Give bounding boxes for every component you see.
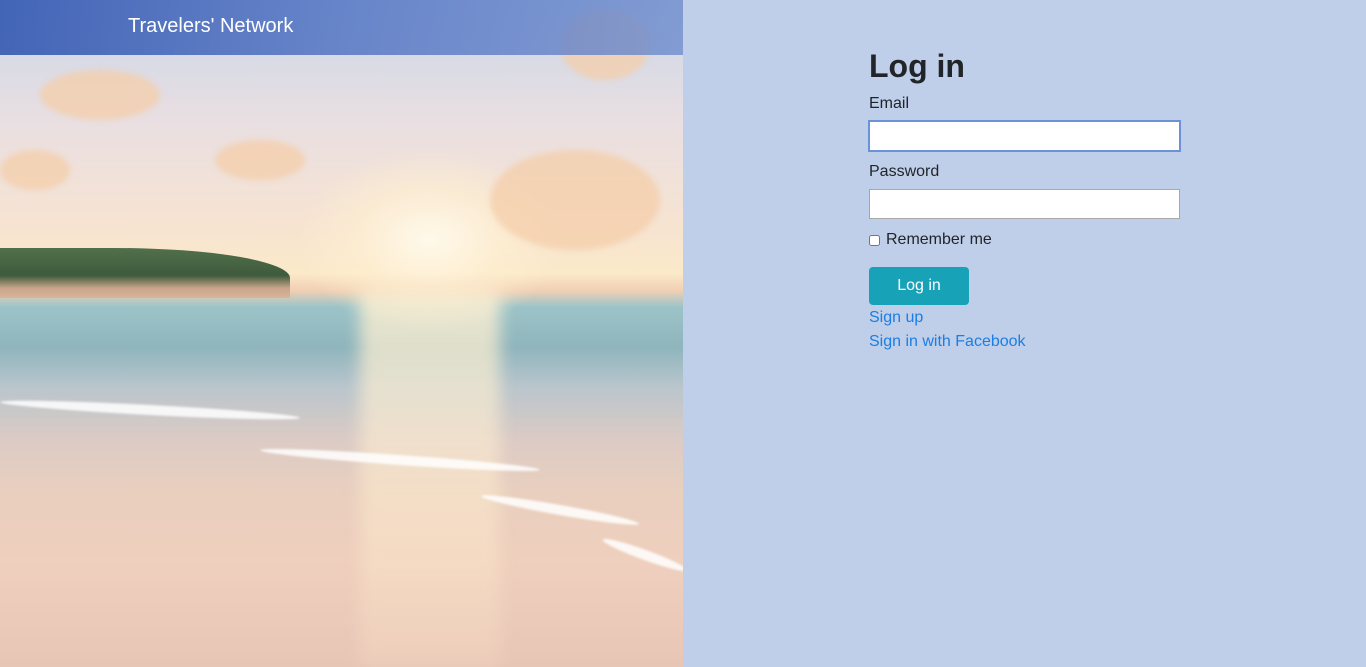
cloud — [215, 140, 305, 180]
palm-shoreline — [0, 248, 290, 298]
cloud — [490, 150, 660, 250]
sign-up-link[interactable]: Sign up — [869, 306, 1180, 330]
email-field[interactable] — [869, 121, 1180, 151]
brand-title[interactable]: Travelers' Network — [128, 15, 293, 38]
sun-reflection — [360, 290, 500, 667]
header-bar: Travelers' Network — [0, 0, 683, 55]
login-form: Log in Email Password Remember me Log in… — [869, 44, 1180, 354]
cloud — [40, 70, 160, 120]
hero-beach-image — [0, 0, 683, 667]
remember-me-row: Remember me — [869, 231, 1180, 249]
wave-foam — [601, 534, 683, 576]
cloud — [0, 150, 70, 190]
password-field[interactable] — [869, 189, 1180, 219]
facebook-signin-link[interactable]: Sign in with Facebook — [869, 330, 1180, 354]
login-button[interactable]: Log in — [869, 267, 969, 305]
wave-foam — [480, 491, 640, 529]
wave-foam — [0, 397, 301, 423]
password-label: Password — [869, 163, 940, 180]
remember-me-label[interactable]: Remember me — [886, 231, 992, 249]
email-label: Email — [869, 95, 910, 112]
remember-me-checkbox[interactable] — [869, 234, 880, 246]
page-title: Log in — [869, 48, 965, 84]
